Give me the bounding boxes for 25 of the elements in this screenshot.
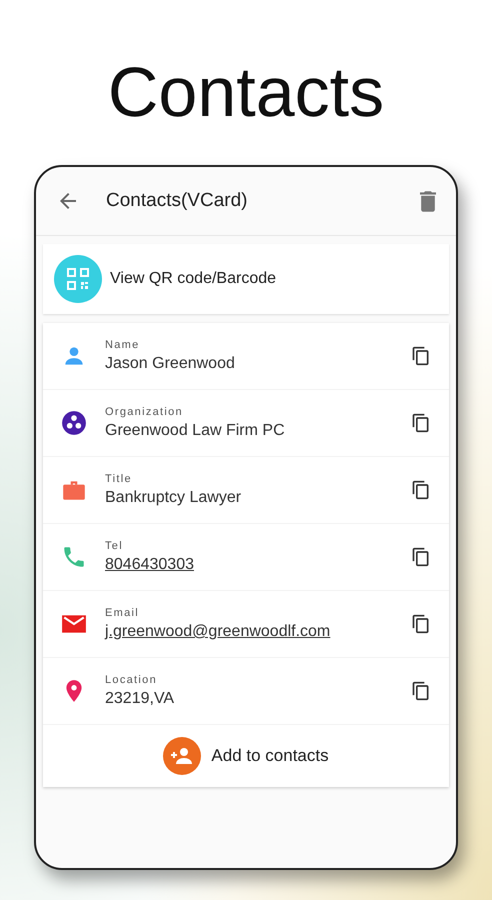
- field-value: Greenwood Law Firm PC: [105, 422, 286, 440]
- field-link[interactable]: j.greenwood@greenwoodlf.com: [105, 623, 411, 641]
- qr-code-icon: [54, 255, 102, 303]
- trash-icon[interactable]: [420, 190, 436, 212]
- field-label: Name: [105, 339, 141, 351]
- copy-icon[interactable]: [411, 547, 431, 567]
- qr-code-card[interactable]: View QR code/Barcode: [43, 244, 449, 314]
- field-label: Location: [105, 674, 158, 686]
- copy-icon[interactable]: [411, 480, 431, 500]
- copy-icon[interactable]: [411, 614, 431, 634]
- copy-icon[interactable]: [411, 413, 431, 433]
- add-person-icon: [163, 737, 202, 775]
- copy-icon[interactable]: [411, 346, 431, 366]
- field-value: 23219,VA: [105, 690, 176, 708]
- headline: Contacts: [108, 52, 384, 132]
- field-label: Organization: [105, 406, 184, 418]
- screen-title: Contacts(VCard): [106, 190, 248, 212]
- field-label: Tel: [105, 540, 124, 552]
- field-label: Title: [105, 473, 133, 485]
- field-label: Email: [105, 607, 140, 619]
- field-value: Jason Greenwood: [105, 355, 236, 373]
- add-to-contacts-button[interactable]: Add to contacts: [163, 737, 329, 775]
- field-value: Bankruptcy Lawyer: [105, 489, 242, 507]
- copy-icon[interactable]: [411, 681, 431, 701]
- field-link[interactable]: 8046430303: [105, 556, 411, 574]
